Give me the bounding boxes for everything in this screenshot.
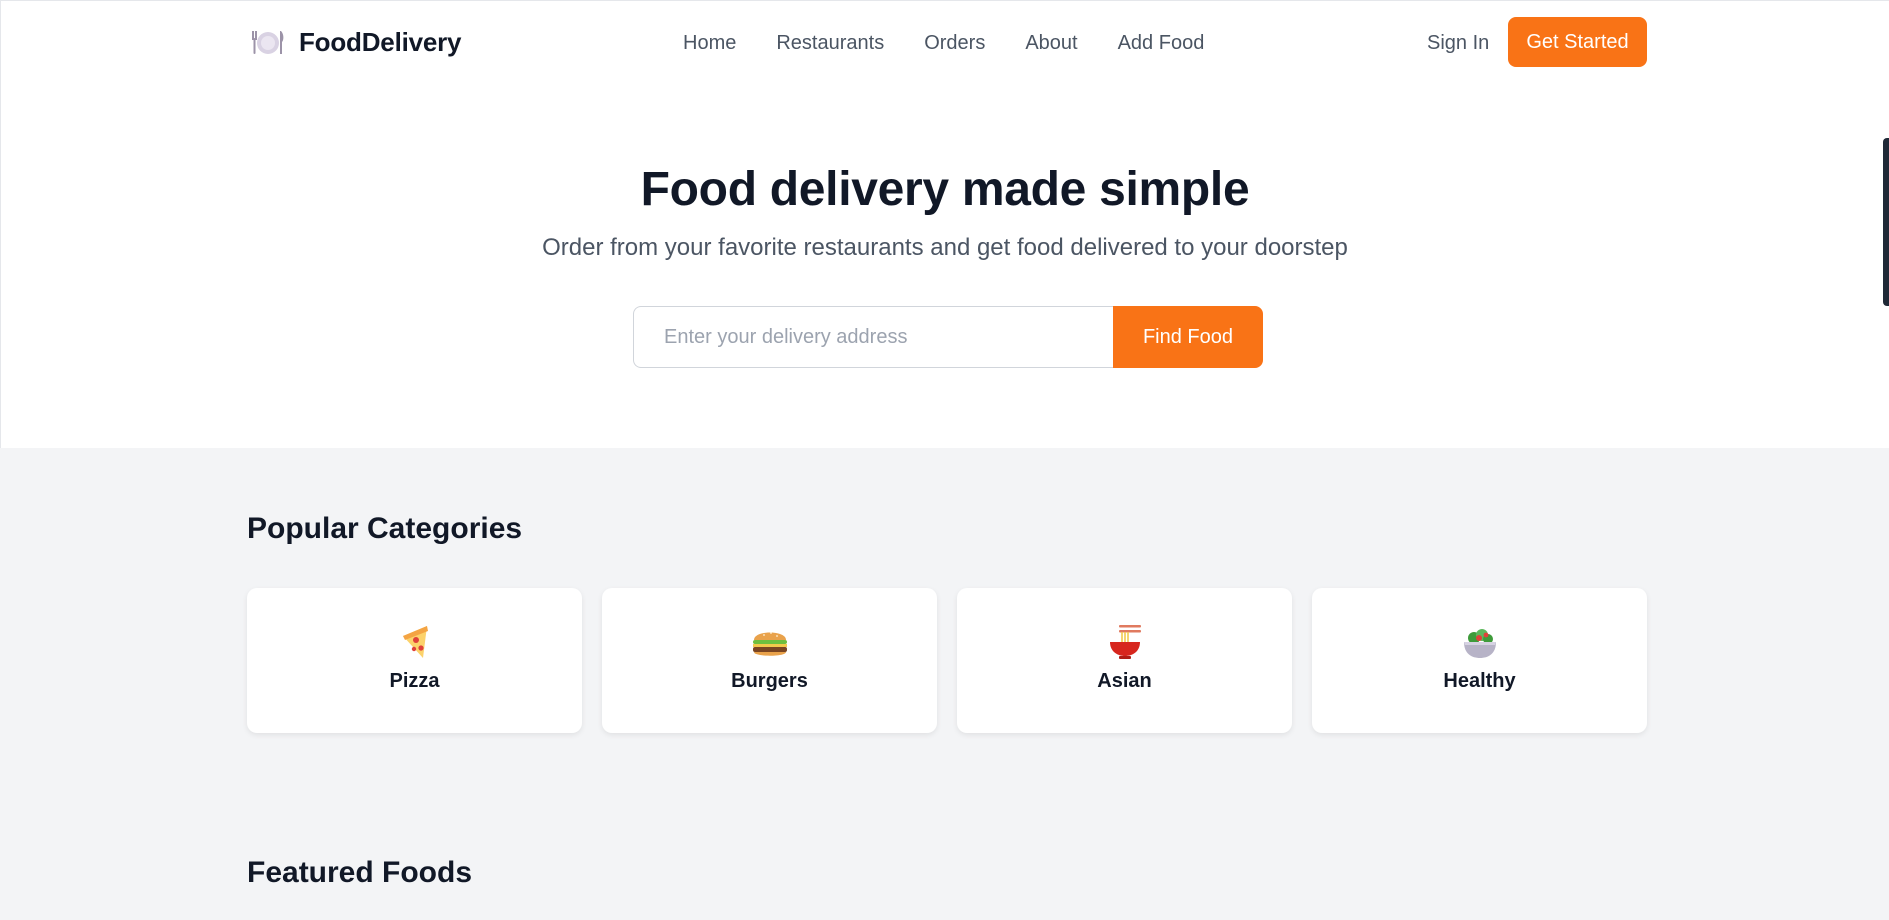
get-started-button[interactable]: Get Started	[1508, 17, 1647, 67]
hero-title: Food delivery made simple	[640, 163, 1250, 216]
nav-about[interactable]: About	[1025, 31, 1077, 55]
category-cards: Pizza Burgers Asian Healthy	[247, 588, 1647, 733]
pizza-icon	[402, 626, 428, 658]
category-card-pizza[interactable]: Pizza	[247, 588, 582, 733]
find-food-button[interactable]: Find Food	[1113, 306, 1263, 368]
nav-restaurants[interactable]: Restaurants	[776, 31, 884, 55]
top-navbar: FoodDelivery Home Restaurants Orders Abo…	[0, 0, 1889, 84]
main-content: Popular Categories Pizza Burgers Asian H…	[0, 448, 1889, 920]
category-label: Asian	[1097, 670, 1152, 692]
category-card-burgers[interactable]: Burgers	[602, 588, 937, 733]
salad-icon	[1463, 629, 1496, 658]
brand-logo[interactable]: FoodDelivery	[251, 27, 462, 58]
delivery-address-input[interactable]	[633, 306, 1113, 368]
category-card-healthy[interactable]: Healthy	[1312, 588, 1647, 733]
address-search: Find Food	[633, 306, 1263, 368]
hero-subtitle: Order from your favorite restaurants and…	[542, 234, 1348, 261]
brand-name: FoodDelivery	[299, 27, 462, 57]
category-label: Burgers	[731, 670, 808, 692]
sign-in-link[interactable]: Sign In	[1427, 31, 1489, 55]
nav-add-food[interactable]: Add Food	[1118, 31, 1205, 55]
category-label: Healthy	[1443, 670, 1516, 692]
nav-home[interactable]: Home	[683, 31, 736, 55]
nav-orders[interactable]: Orders	[924, 31, 985, 55]
noodles-icon	[1109, 625, 1141, 659]
main-nav: Home Restaurants Orders About Add Food	[683, 31, 1204, 55]
plate-icon	[252, 30, 284, 54]
featured-foods-title: Featured Foods	[247, 856, 473, 889]
popular-categories-title: Popular Categories	[247, 512, 523, 545]
hero-section: Food delivery made simple Order from you…	[0, 84, 1889, 448]
side-tab-handle[interactable]	[1883, 138, 1889, 306]
burger-icon	[752, 632, 787, 656]
category-card-asian[interactable]: Asian	[957, 588, 1292, 733]
category-label: Pizza	[389, 670, 440, 692]
